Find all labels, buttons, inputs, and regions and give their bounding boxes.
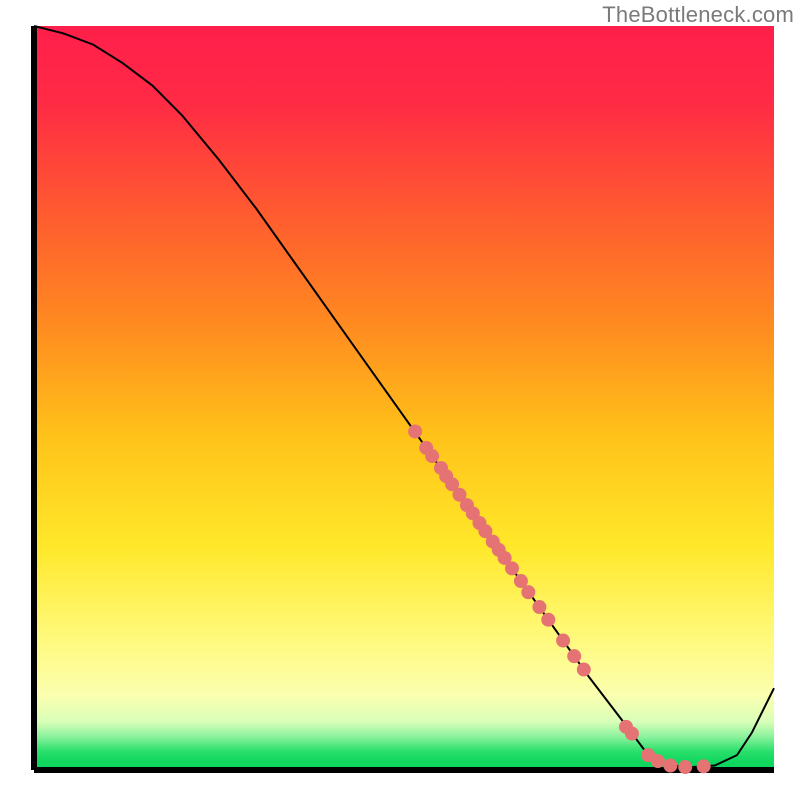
data-marker — [505, 561, 519, 575]
data-marker — [663, 759, 677, 773]
chart-stage: TheBottleneck.com — [0, 0, 800, 800]
data-marker — [651, 754, 665, 768]
plot-background — [34, 26, 774, 770]
data-marker — [541, 613, 555, 627]
bottleneck-chart — [0, 0, 800, 800]
data-marker — [532, 600, 546, 614]
data-marker — [577, 663, 591, 677]
data-marker — [678, 760, 692, 774]
data-marker — [521, 585, 535, 599]
data-marker — [408, 424, 422, 438]
data-marker — [625, 727, 639, 741]
data-marker — [556, 634, 570, 648]
data-marker — [425, 449, 439, 463]
watermark-text: TheBottleneck.com — [602, 2, 794, 28]
data-marker — [567, 649, 581, 663]
data-marker — [697, 759, 711, 773]
